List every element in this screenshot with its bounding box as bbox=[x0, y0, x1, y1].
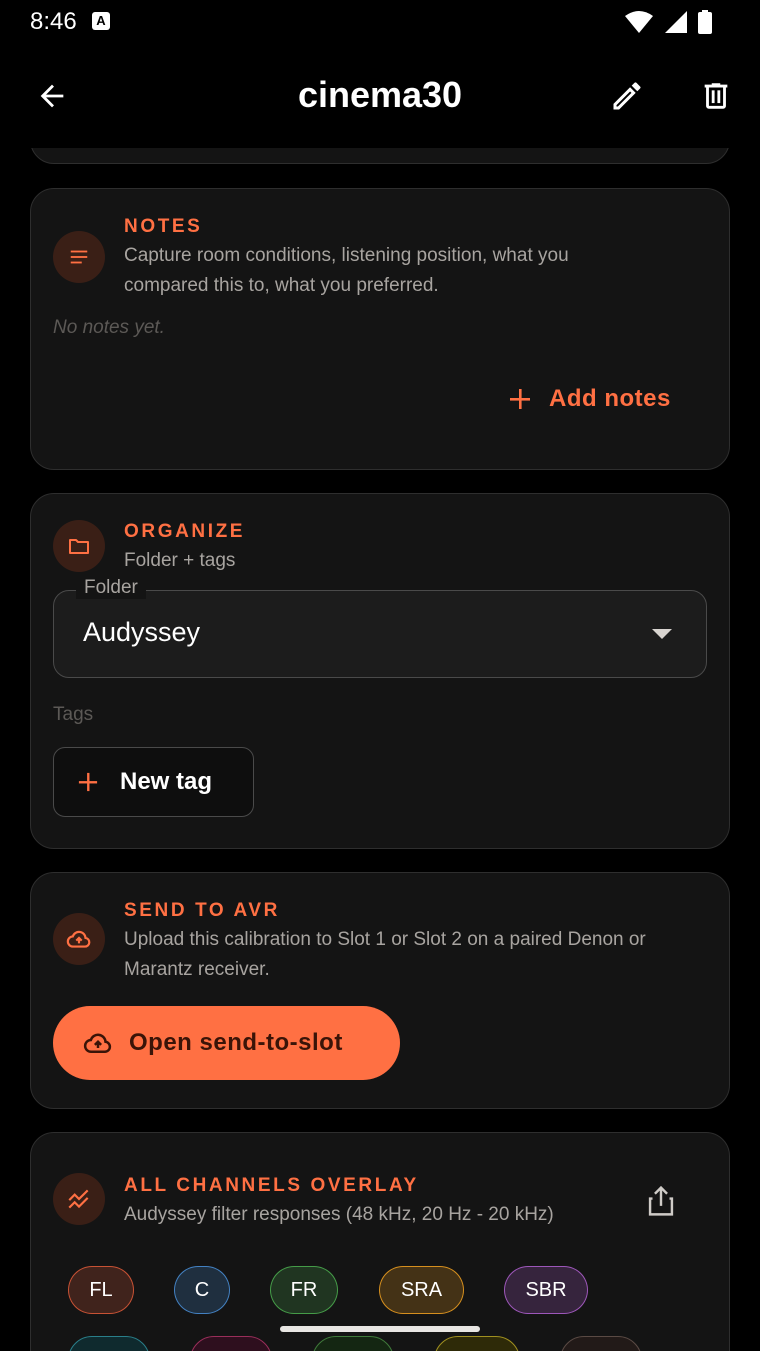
send-button-label: Open send-to-slot bbox=[129, 1029, 343, 1056]
folder-label: Folder bbox=[76, 577, 146, 599]
notes-title: NOTES bbox=[124, 216, 203, 237]
plus-icon bbox=[78, 772, 98, 792]
send-icon bbox=[53, 913, 105, 965]
overlay-title: ALL CHANNELS OVERLAY bbox=[124, 1175, 419, 1196]
pencil-icon bbox=[613, 82, 641, 110]
channel-chip-partial[interactable] bbox=[190, 1336, 272, 1351]
notes-subtitle-line2: compared this to, what you preferred. bbox=[124, 275, 439, 296]
channel-chip-sbr[interactable]: SBR bbox=[504, 1266, 588, 1314]
caret-down-icon bbox=[652, 629, 672, 639]
notes-card: NOTES Capture room conditions, listening… bbox=[30, 188, 730, 470]
add-notes-label: Add notes bbox=[549, 385, 671, 412]
signal-icon bbox=[665, 11, 687, 33]
overlay-subtitle: Audyssey filter responses (48 kHz, 20 Hz… bbox=[124, 1204, 554, 1225]
channel-chip-fl[interactable]: FL bbox=[68, 1266, 134, 1314]
status-bar: 8:46 A bbox=[0, 0, 760, 44]
channel-chip-fr[interactable]: FR bbox=[270, 1266, 338, 1314]
channel-chip-partial[interactable] bbox=[68, 1336, 150, 1351]
channel-chip-label: SBR bbox=[525, 1278, 567, 1301]
send-subtitle-line1: Upload this calibration to Slot 1 or Slo… bbox=[124, 929, 646, 950]
channel-chip-partial[interactable] bbox=[312, 1336, 394, 1351]
overlay-card: ALL CHANNELS OVERLAY Audyssey filter res… bbox=[30, 1132, 730, 1351]
home-indicator[interactable] bbox=[280, 1326, 480, 1332]
organize-card: ORGANIZE Folder + tags Folder Audyssey T… bbox=[30, 493, 730, 849]
notes-icon bbox=[53, 231, 105, 283]
channel-chip-sra[interactable]: SRA bbox=[379, 1266, 464, 1314]
previous-card bbox=[30, 148, 730, 164]
plus-icon bbox=[510, 389, 530, 409]
share-button[interactable] bbox=[641, 1181, 681, 1221]
organize-subtitle: Folder + tags bbox=[124, 550, 236, 571]
tags-label: Tags bbox=[53, 704, 94, 725]
notes-lines-icon bbox=[70, 250, 88, 264]
organize-title: ORGANIZE bbox=[124, 521, 246, 542]
channel-chip-label: FL bbox=[89, 1278, 113, 1301]
status-time: 8:46 bbox=[30, 8, 77, 35]
trash-icon bbox=[704, 83, 728, 109]
delete-button[interactable] bbox=[692, 72, 740, 120]
new-tag-button[interactable]: New tag bbox=[53, 747, 254, 817]
scroll-content[interactable]: NOTES Capture room conditions, listening… bbox=[0, 148, 760, 1351]
battery-icon bbox=[698, 10, 712, 34]
cloud-upload-icon bbox=[66, 930, 91, 948]
edit-button[interactable] bbox=[603, 72, 651, 120]
notification-icon: A bbox=[92, 12, 110, 30]
share-icon bbox=[648, 1185, 674, 1216]
notes-subtitle-line1: Capture room conditions, listening posit… bbox=[124, 245, 569, 266]
channel-chip-label: C bbox=[194, 1278, 210, 1301]
send-subtitle-line2: Marantz receiver. bbox=[124, 959, 270, 980]
folder-icon bbox=[69, 539, 89, 554]
send-title: SEND TO AVR bbox=[124, 900, 280, 921]
new-tag-label: New tag bbox=[120, 768, 213, 795]
notes-empty-text: No notes yet. bbox=[53, 317, 165, 338]
folder-dropdown[interactable]: Folder Audyssey bbox=[53, 577, 707, 678]
channel-chip-partial[interactable] bbox=[560, 1336, 642, 1351]
app-bar: cinema30 bbox=[0, 44, 760, 148]
cloud-upload-icon bbox=[83, 1033, 112, 1054]
channel-chip-label: SRA bbox=[400, 1278, 443, 1301]
status-icons bbox=[624, 10, 712, 34]
add-notes-button[interactable]: Add notes bbox=[509, 385, 671, 413]
channel-chip-partial[interactable] bbox=[434, 1336, 520, 1351]
overlay-icon bbox=[53, 1173, 105, 1225]
wifi-icon bbox=[625, 11, 653, 33]
send-card: SEND TO AVR Upload this calibration to S… bbox=[30, 872, 730, 1109]
chart-lines-icon bbox=[68, 1189, 89, 1209]
channel-chip-label: FR bbox=[290, 1278, 318, 1301]
folder-value: Audyssey bbox=[83, 617, 201, 647]
organize-icon bbox=[53, 520, 105, 572]
open-send-to-slot-button[interactable]: Open send-to-slot bbox=[53, 1006, 400, 1080]
channel-chip-c[interactable]: C bbox=[174, 1266, 230, 1314]
